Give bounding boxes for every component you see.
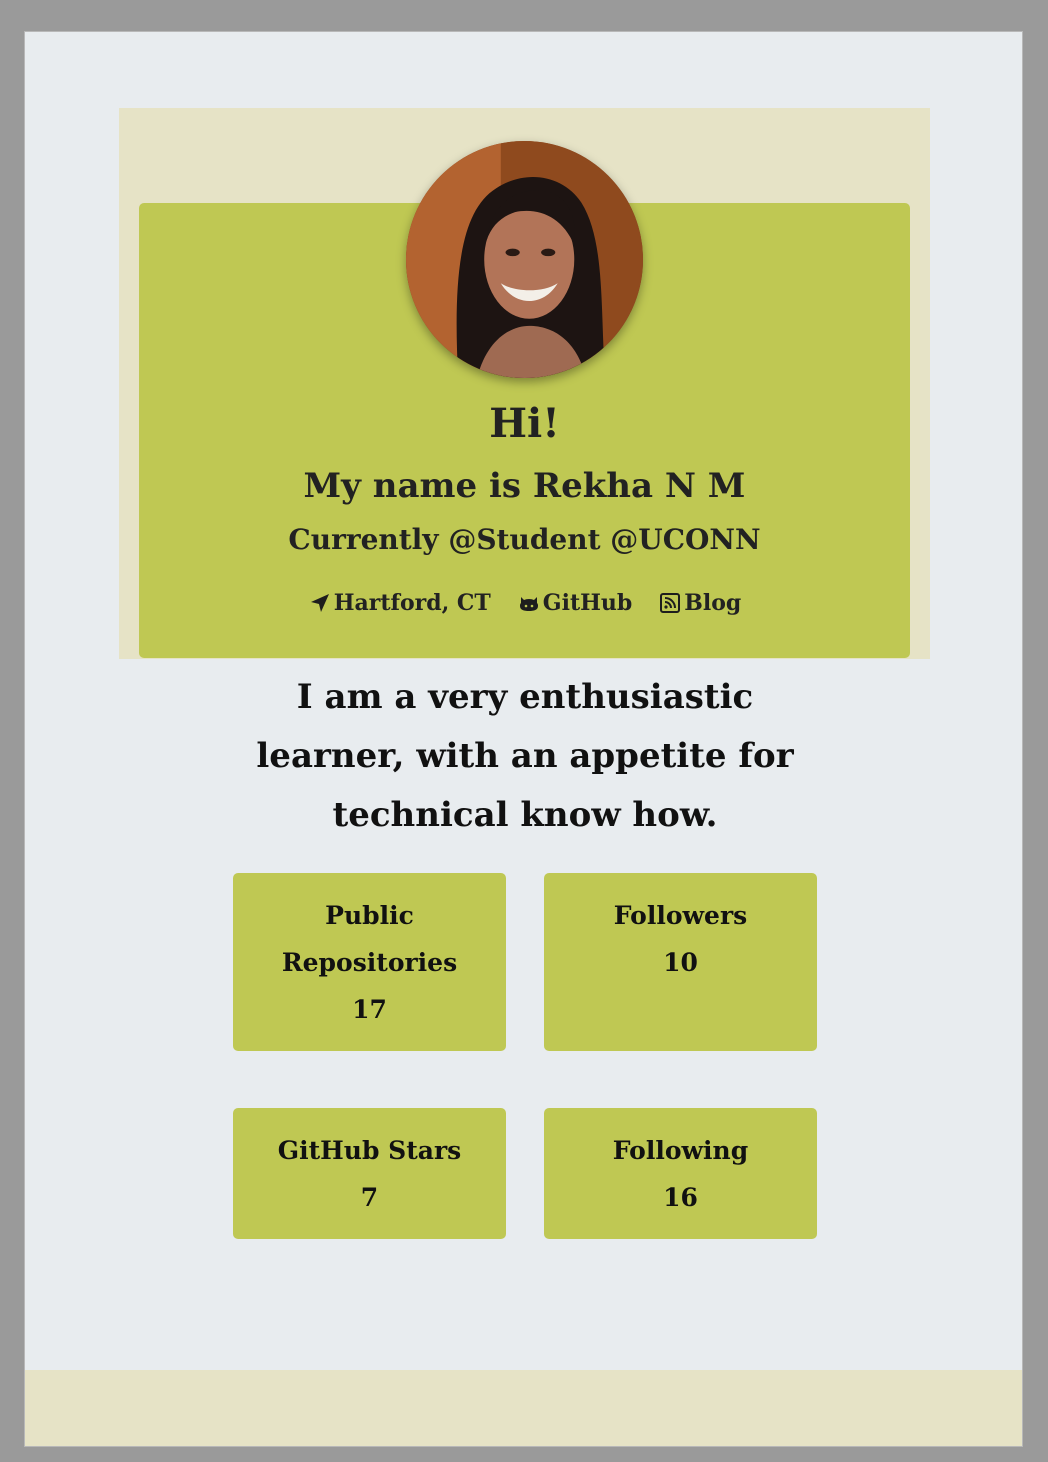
location-label: Hartford, CT — [333, 590, 491, 616]
location-arrow-icon — [310, 594, 329, 612]
stat-card-following: Following 16 — [544, 1108, 817, 1239]
github-label: GitHub — [542, 590, 633, 616]
footer-band — [25, 1370, 1022, 1446]
stat-label: Following — [612, 1136, 749, 1165]
greeting-heading: Hi! — [489, 400, 560, 447]
github-icon — [519, 597, 538, 611]
stat-label: GitHub Stars — [277, 1136, 462, 1165]
stat-card-github-stars: GitHub Stars 7 — [233, 1108, 506, 1239]
current-role: Currently @Student @UCONN — [288, 523, 761, 556]
stat-value: 16 — [663, 1183, 698, 1212]
avatar — [406, 141, 643, 378]
profile-page: Hi! My name is Rekha N M Currently @Stud… — [24, 31, 1023, 1447]
profile-links: Hartford, CT GitHub Blog — [139, 590, 910, 616]
rss-icon — [660, 593, 681, 613]
stat-value: 17 — [352, 995, 387, 1024]
github-link[interactable]: GitHub — [517, 590, 632, 616]
location-link[interactable]: Hartford, CT — [308, 590, 491, 616]
stat-card-followers: Followers 10 — [544, 873, 817, 1051]
bio-text: I am a very enthusiastic learner, with a… — [256, 677, 794, 835]
avatar-portrait — [406, 141, 643, 378]
name-heading: My name is Rekha N M — [303, 466, 746, 506]
stat-value: 10 — [663, 948, 698, 977]
stat-label: Public Repositories — [281, 901, 458, 977]
stat-card-public-repositories: Public Repositories 17 — [233, 873, 506, 1051]
blog-link[interactable]: Blog — [658, 590, 741, 616]
stat-label: Followers — [613, 901, 748, 930]
blog-label: Blog — [684, 590, 742, 616]
stat-value: 7 — [360, 1183, 379, 1212]
